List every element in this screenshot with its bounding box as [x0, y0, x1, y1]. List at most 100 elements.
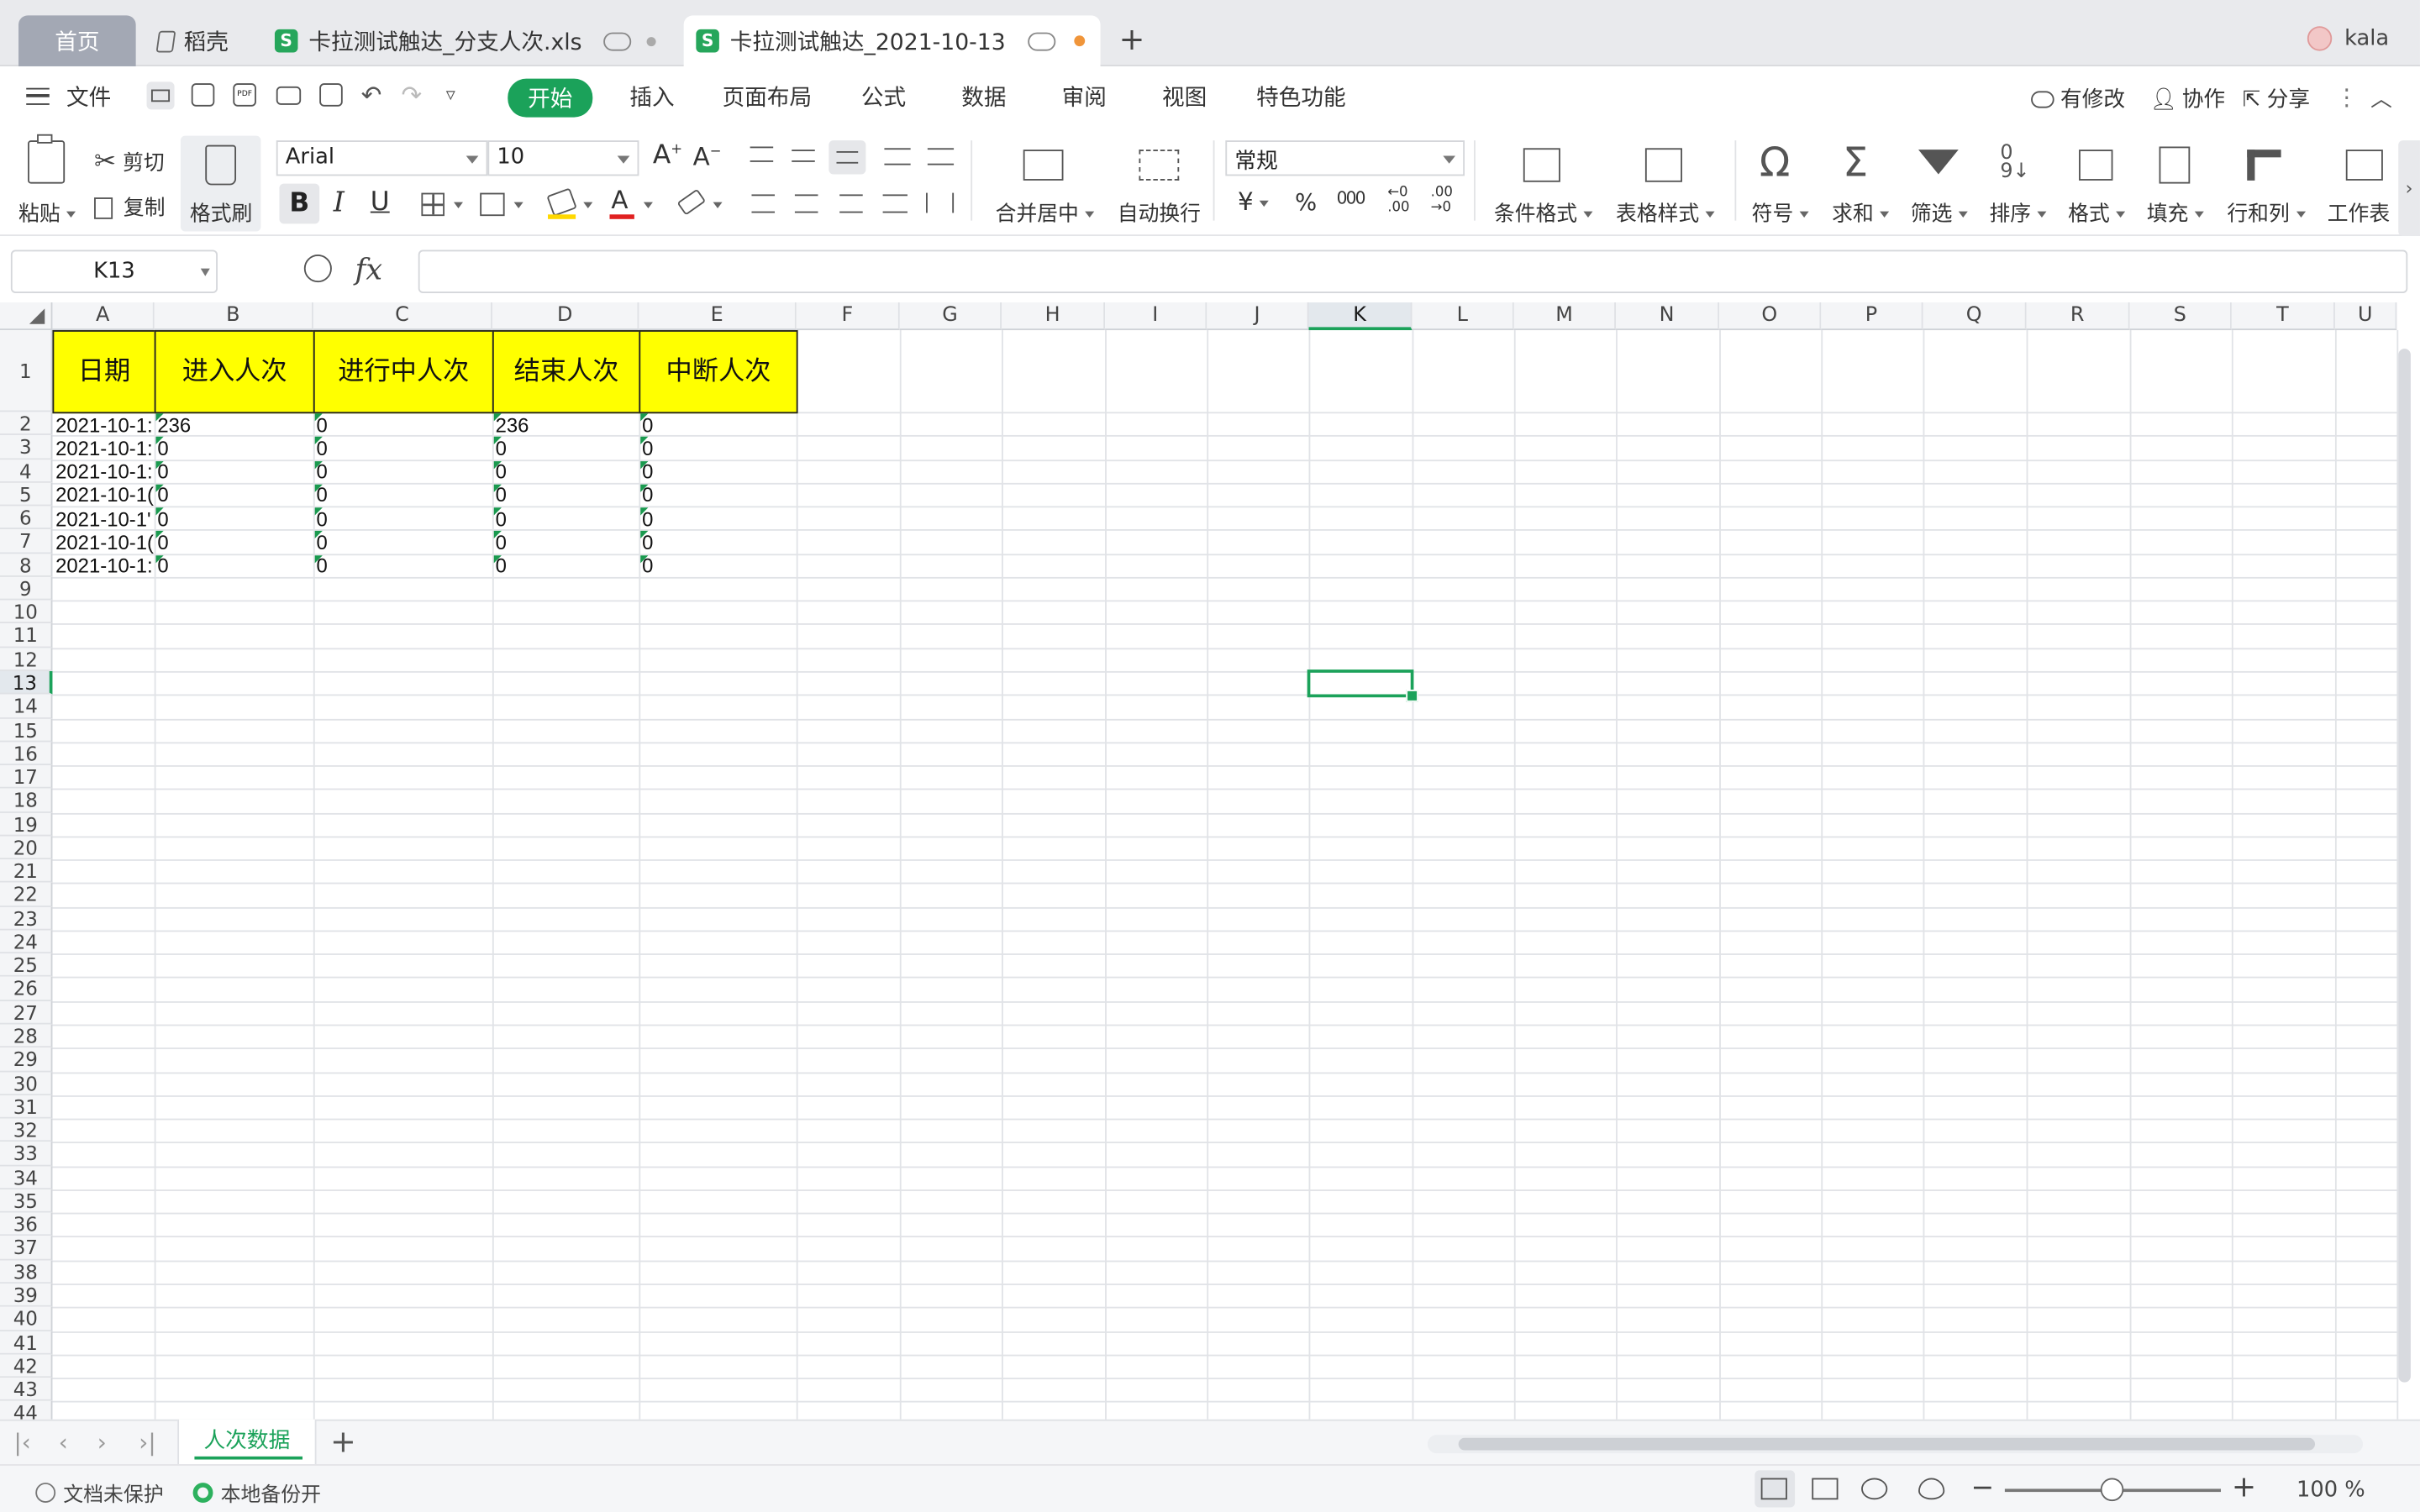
fill-color-icon[interactable] — [546, 187, 577, 217]
value-cell[interactable]: 0 — [492, 507, 639, 530]
value-cell[interactable]: 0 — [492, 459, 639, 483]
zoom-search-icon[interactable] — [303, 255, 332, 283]
document-protection-status[interactable]: 文档未保护 — [35, 1478, 164, 1507]
align-top-icon[interactable] — [750, 146, 774, 162]
value-cell[interactable]: 0 — [639, 483, 796, 507]
value-cell[interactable]: 0 — [313, 483, 492, 507]
font-shrink-icon[interactable]: A− — [693, 142, 722, 171]
date-cell[interactable]: 2021-10-1: — [52, 554, 154, 578]
customize-toolbar-icon[interactable]: ▿ — [446, 83, 455, 105]
reading-mode-icon[interactable] — [1861, 1478, 1888, 1500]
value-cell[interactable]: 0 — [155, 554, 313, 578]
value-cell[interactable]: 236 — [155, 412, 313, 436]
value-cell[interactable]: 0 — [492, 554, 639, 578]
column-header-l[interactable]: L — [1412, 302, 1514, 331]
value-cell[interactable]: 0 — [313, 436, 492, 459]
column-header-s[interactable]: S — [2129, 302, 2232, 331]
column-header-c[interactable]: C — [313, 302, 492, 331]
zoom-in-button[interactable]: + — [2232, 1470, 2256, 1504]
value-cell[interactable]: 0 — [155, 436, 313, 459]
row-header-43[interactable]: 43 — [0, 1378, 53, 1402]
row-header-9[interactable]: 9 — [0, 576, 53, 601]
row-header-19[interactable]: 19 — [0, 812, 53, 837]
share-button[interactable]: ⇱ 分享 — [2243, 83, 2310, 114]
column-header-n[interactable]: N — [1616, 302, 1720, 331]
row-header-39[interactable]: 39 — [0, 1284, 53, 1308]
row-header-13[interactable]: 13 — [0, 670, 53, 695]
row-header-35[interactable]: 35 — [0, 1189, 53, 1213]
row-header-41[interactable]: 41 — [0, 1331, 53, 1355]
row-header-30[interactable]: 30 — [0, 1071, 53, 1095]
date-cell[interactable]: 2021-10-1: — [52, 436, 154, 459]
menu-special-features[interactable]: 特色功能 — [1256, 81, 1346, 113]
value-cell[interactable]: 0 — [639, 412, 796, 436]
menu-page-layout[interactable]: 页面布局 — [723, 81, 813, 113]
align-bottom-icon[interactable] — [829, 140, 866, 175]
value-cell[interactable]: 0 — [639, 507, 796, 530]
value-cell[interactable]: 0 — [639, 436, 796, 459]
align-left-icon[interactable] — [751, 194, 776, 213]
font-color-icon[interactable]: A — [611, 185, 628, 214]
row-header-17[interactable]: 17 — [0, 765, 53, 790]
export-pdf-icon[interactable]: PDF — [233, 83, 256, 107]
row-header-40[interactable]: 40 — [0, 1307, 53, 1331]
menu-formulas[interactable]: 公式 — [861, 81, 906, 113]
horizontal-scroll-thumb[interactable] — [1458, 1437, 2316, 1451]
bold-button[interactable]: B — [279, 183, 320, 224]
horizontal-scrollbar[interactable] — [1427, 1435, 2363, 1454]
column-header-g[interactable]: G — [899, 302, 1002, 331]
tab-docer[interactable]: 稻壳 — [148, 15, 240, 66]
row-header-8[interactable]: 8 — [0, 553, 53, 577]
row-header-12[interactable]: 12 — [0, 647, 53, 671]
row-header-24[interactable]: 24 — [0, 930, 53, 954]
date-cell[interactable]: 2021-10-1: — [52, 459, 154, 483]
value-cell[interactable]: 0 — [492, 483, 639, 507]
row-header-14[interactable]: 14 — [0, 694, 53, 718]
filter-button[interactable]: 筛选 — [1911, 196, 1968, 227]
column-header-f[interactable]: F — [796, 302, 900, 331]
vertical-scrollbar[interactable] — [2398, 349, 2411, 1383]
paste-icon[interactable] — [28, 134, 66, 184]
column-header-j[interactable]: J — [1207, 302, 1309, 331]
local-backup-status[interactable]: 本地备份开 — [192, 1478, 321, 1507]
column-header-e[interactable]: E — [639, 302, 797, 331]
increase-indent-icon[interactable] — [927, 148, 955, 165]
copy-button[interactable]: 复制 — [94, 190, 166, 221]
column-header-m[interactable]: M — [1513, 302, 1617, 331]
menu-file[interactable]: 文件 — [66, 81, 111, 113]
auto-wrap-button[interactable]: 自动换行 — [1118, 196, 1201, 227]
row-header-6[interactable]: 6 — [0, 506, 53, 530]
column-header-r[interactable]: R — [2026, 302, 2130, 331]
column-header-p[interactable]: P — [1821, 302, 1923, 331]
row-header-11[interactable]: 11 — [0, 623, 53, 648]
column-header-k[interactable]: K — [1308, 302, 1413, 331]
clear-dropdown-icon[interactable] — [713, 202, 723, 208]
row-header-21[interactable]: 21 — [0, 859, 53, 884]
next-sheet-icon[interactable]: › — [97, 1429, 107, 1457]
new-tab-button[interactable]: + — [1119, 20, 1145, 57]
borders-icon[interactable] — [421, 192, 445, 217]
eraser-icon[interactable] — [676, 188, 707, 216]
header-cell[interactable]: 日期 — [52, 330, 156, 414]
formula-input[interactable] — [418, 249, 2408, 293]
selected-cell[interactable] — [1307, 669, 1418, 703]
format-button[interactable]: 格式 — [2068, 196, 2126, 227]
table-style-button[interactable]: 表格样式 — [1616, 196, 1715, 227]
row-header-33[interactable]: 33 — [0, 1142, 53, 1166]
column-header-o[interactable]: O — [1719, 302, 1822, 331]
first-sheet-icon[interactable]: |‹ — [14, 1429, 31, 1457]
undo-icon[interactable]: ↶ — [361, 81, 382, 110]
value-cell[interactable]: 0 — [492, 531, 639, 554]
zoom-slider-knob[interactable] — [2100, 1478, 2124, 1502]
row-header-31[interactable]: 31 — [0, 1095, 53, 1119]
row-header-25[interactable]: 25 — [0, 953, 53, 978]
row-header-4[interactable]: 4 — [0, 459, 53, 483]
row-header-27[interactable]: 27 — [0, 1000, 53, 1025]
font-size-select[interactable]: 10 — [487, 140, 639, 176]
row-header-15[interactable]: 15 — [0, 717, 53, 743]
row-header-32[interactable]: 32 — [0, 1118, 53, 1142]
value-cell[interactable]: 0 — [313, 507, 492, 530]
decrease-decimal-button[interactable]: .00 →0 — [1431, 185, 1462, 216]
value-cell[interactable]: 0 — [639, 531, 796, 554]
value-cell[interactable]: 0 — [155, 459, 313, 483]
